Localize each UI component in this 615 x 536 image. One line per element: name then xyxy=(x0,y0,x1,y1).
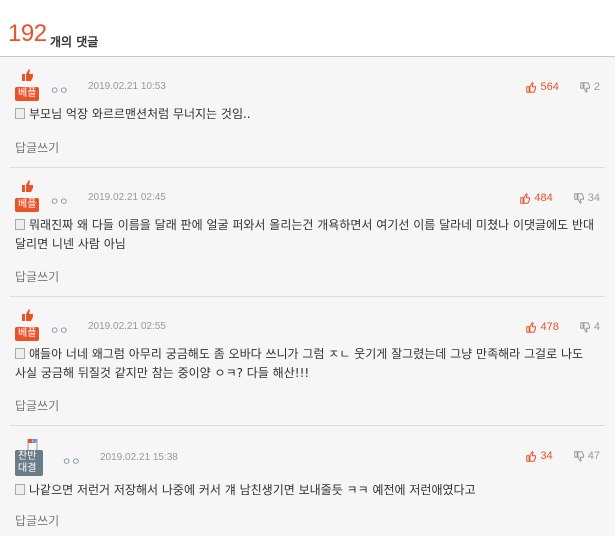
thumbs-down-icon xyxy=(574,192,584,204)
downvote-count: 4 xyxy=(593,321,600,333)
thumbs-up-icon xyxy=(22,309,33,321)
comment-item: 베플 ㅇㅇ 2019.02.21 02:55 478 4 얘들아 너네 왜그럼 … xyxy=(10,297,605,426)
best-badge-label: 베플 xyxy=(15,327,40,341)
document-icon xyxy=(15,348,25,359)
best-badge: 베플 xyxy=(15,309,43,341)
downvote-count: 2 xyxy=(593,81,600,93)
comment-date: 2019.02.21 10:53 xyxy=(88,81,166,92)
vote-area: 34 47 xyxy=(526,450,600,465)
downvote-button[interactable]: 2 xyxy=(580,81,600,93)
comment-count-label: 개의 댓글 xyxy=(50,35,99,49)
upvote-count: 564 xyxy=(540,81,559,93)
comment-date: 2019.02.21 02:45 xyxy=(88,192,166,203)
username[interactable]: ㅇㅇ xyxy=(50,82,68,97)
best-badge-label: 베플 xyxy=(15,87,40,101)
vote-area: 564 2 xyxy=(526,81,600,96)
upvote-button[interactable]: 34 xyxy=(526,450,553,462)
best-badge: 베플 xyxy=(15,180,43,212)
downvote-count: 34 xyxy=(587,192,600,204)
thumbs-down-icon xyxy=(580,321,590,333)
thumbs-up-icon xyxy=(520,192,531,204)
reply-link[interactable]: 답글쓰기 xyxy=(15,512,59,529)
downvote-button[interactable]: 4 xyxy=(580,321,600,333)
thumbs-up-icon xyxy=(526,81,537,93)
thumbs-up-icon xyxy=(22,69,33,81)
thumbs-up-icon xyxy=(526,450,537,462)
comment-text: 뭐래진짜 왜 다들 이름을 달래 판에 얼굴 퍼와서 올리는건 개욕하면서 여기… xyxy=(15,218,595,251)
comments-header: 192 개의 댓글 xyxy=(0,0,615,57)
upvote-button[interactable]: 478 xyxy=(526,321,559,333)
vote-area: 478 4 xyxy=(526,321,600,336)
comment-date: 2019.02.21 15:38 xyxy=(100,452,178,463)
debate-badge-label: 찬반대결 xyxy=(15,450,43,476)
thumbs-up-icon xyxy=(526,321,537,333)
upvote-button[interactable]: 564 xyxy=(526,81,559,93)
username[interactable]: ㅇㅇ xyxy=(62,453,80,468)
comment-text: 나같으면 저런거 저장해서 나중에 커서 걔 남친생기면 보내줄듯 ㅋㅋ 예전에… xyxy=(15,481,597,500)
flags-icon xyxy=(27,439,38,450)
comment-item: 베플 ㅇㅇ 2019.02.21 02:45 484 34 뭐래진짜 왜 다들 … xyxy=(10,168,605,297)
upvote-count: 34 xyxy=(540,450,553,462)
comment-date: 2019.02.21 02:55 xyxy=(88,321,166,332)
comment-text: 얘들아 너네 왜그럼 아무리 궁금해도 좀 오바다 쓰니가 그럼 ㅈㄴ 웃기게 … xyxy=(15,347,584,380)
downvote-button[interactable]: 34 xyxy=(574,192,600,204)
debate-badge: 찬반대결 xyxy=(15,438,43,476)
comment-list: 베플 ㅇㅇ 2019.02.21 10:53 564 2 부모님 억장 와르르맨… xyxy=(0,57,615,536)
upvote-count: 484 xyxy=(534,192,553,204)
downvote-button[interactable]: 47 xyxy=(574,450,600,462)
reply-link[interactable]: 답글쓰기 xyxy=(15,268,59,285)
document-icon xyxy=(15,219,25,230)
thumbs-down-icon xyxy=(580,81,590,93)
username[interactable]: ㅇㅇ xyxy=(50,193,68,208)
upvote-count: 478 xyxy=(540,321,559,333)
best-badge: 베플 xyxy=(15,69,43,101)
document-icon xyxy=(15,484,25,495)
comment-count: 192 xyxy=(8,20,47,47)
best-badge-label: 베플 xyxy=(15,198,40,212)
upvote-button[interactable]: 484 xyxy=(520,192,553,204)
vote-area: 484 34 xyxy=(520,192,600,207)
thumbs-down-icon xyxy=(574,450,584,462)
document-icon xyxy=(15,108,25,119)
thumbs-up-icon xyxy=(22,180,33,192)
reply-link[interactable]: 답글쓰기 xyxy=(15,397,59,414)
comment-item: 베플 ㅇㅇ 2019.02.21 10:53 564 2 부모님 억장 와르르맨… xyxy=(10,57,605,168)
downvote-count: 47 xyxy=(587,450,600,462)
reply-link[interactable]: 답글쓰기 xyxy=(15,139,59,156)
comment-item: 찬반대결 ㅇㅇ 2019.02.21 15:38 34 47 나같으면 저런거 … xyxy=(10,426,605,536)
comment-text: 부모님 억장 와르르맨션처럼 무너지는 것임.. xyxy=(15,105,597,124)
username[interactable]: ㅇㅇ xyxy=(50,322,68,337)
